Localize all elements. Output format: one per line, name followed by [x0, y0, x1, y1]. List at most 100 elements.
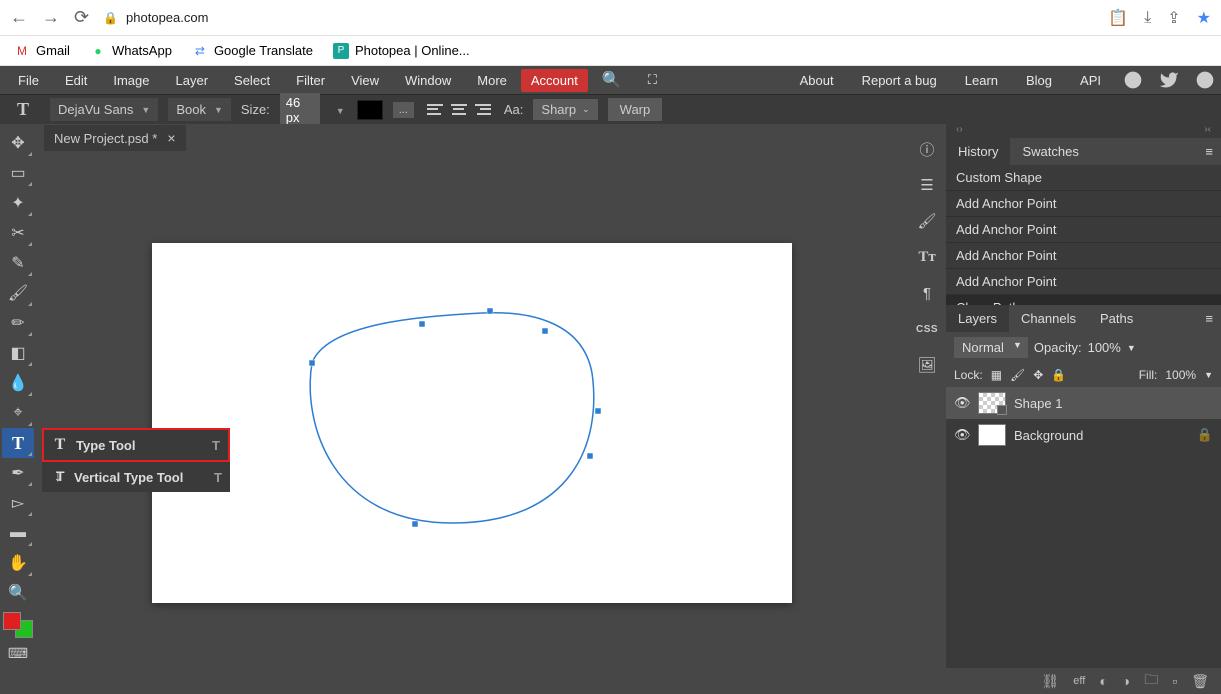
account-button[interactable]: Account — [521, 69, 588, 92]
fill-step[interactable]: ▼ — [1204, 370, 1213, 380]
pen-tool[interactable]: ✒ — [2, 458, 34, 488]
menu-select[interactable]: Select — [222, 69, 282, 92]
panel-menu-button[interactable]: ≡ — [1197, 138, 1221, 165]
layer-row[interactable]: 👁 Shape 1 — [946, 387, 1221, 419]
char-panel-button[interactable]: ... — [393, 102, 414, 118]
handle-right[interactable]: ›‹ — [1204, 124, 1211, 138]
eyedropper-tool[interactable]: ✎ — [2, 248, 34, 278]
blur-tool[interactable]: 💧 — [2, 368, 34, 398]
css-panel-button[interactable]: CSS — [910, 312, 944, 346]
blend-mode-dropdown[interactable]: Normal — [954, 337, 1028, 358]
bookmark-whatsapp[interactable]: ● WhatsApp — [90, 43, 172, 59]
bookmark-star-icon[interactable]: ★ — [1197, 8, 1211, 28]
font-size-input[interactable]: 46 px — [280, 93, 320, 127]
history-item[interactable]: Close Path — [946, 295, 1221, 305]
menu-edit[interactable]: Edit — [53, 69, 99, 92]
shape-tool[interactable]: ▬ — [2, 518, 34, 548]
clone-tool[interactable]: ⌖ — [2, 398, 34, 428]
type-tool[interactable]: T T Type Tool T ↓T Vertical Type Tool T — [2, 428, 34, 458]
history-item[interactable]: Add Anchor Point — [946, 217, 1221, 243]
reddit-icon[interactable] — [1123, 70, 1143, 90]
eraser-tool[interactable]: ◧ — [2, 338, 34, 368]
fill-value[interactable]: 100% — [1165, 368, 1196, 382]
size-step-dropdown[interactable] — [330, 100, 347, 119]
channels-tab[interactable]: Channels — [1009, 305, 1088, 332]
adjust-panel-button[interactable]: ☰ — [910, 168, 944, 202]
align-right-button[interactable] — [472, 100, 494, 120]
canvas[interactable] — [152, 243, 792, 603]
history-item[interactable]: Add Anchor Point — [946, 269, 1221, 295]
align-left-button[interactable] — [424, 100, 446, 120]
history-item[interactable]: Add Anchor Point — [946, 191, 1221, 217]
reload-button[interactable]: ⟳ — [74, 7, 89, 28]
twitter-icon[interactable] — [1159, 70, 1179, 90]
paths-tab[interactable]: Paths — [1088, 305, 1145, 332]
bookmark-gtranslate[interactable]: ⇄ Google Translate — [192, 43, 313, 59]
layers-tab[interactable]: Layers — [946, 305, 1009, 332]
menu-filter[interactable]: Filter — [284, 69, 337, 92]
opacity-value[interactable]: 100% — [1088, 340, 1121, 355]
keyboard-icon[interactable]: ⌨ — [2, 638, 34, 668]
search-icon[interactable]: 🔍 — [590, 66, 634, 94]
close-tab-button[interactable]: × — [167, 130, 175, 146]
handle-left[interactable]: ‹› — [956, 124, 963, 138]
fullscreen-icon[interactable]: ⛶ — [636, 68, 669, 92]
lock-all-icon[interactable]: 🔒 — [1051, 368, 1066, 382]
brush-tool[interactable]: 🖌 — [2, 278, 34, 308]
layer-effects-button[interactable]: eff — [1073, 675, 1085, 687]
menu-layer[interactable]: Layer — [164, 69, 221, 92]
lock-transparency-icon[interactable]: ▦ — [991, 368, 1002, 382]
menu-file[interactable]: File — [6, 69, 51, 92]
layer-thumb[interactable] — [978, 392, 1006, 414]
thumbnail-panel-button[interactable]: 🖼 — [910, 348, 944, 382]
vertical-type-tool-option[interactable]: ↓T Vertical Type Tool T — [42, 462, 230, 492]
fg-color-swatch[interactable] — [3, 612, 21, 630]
wand-tool[interactable]: ✦ — [2, 188, 34, 218]
report-bug-link[interactable]: Report a bug — [856, 69, 943, 92]
color-swatches[interactable] — [3, 612, 33, 638]
path-select-tool[interactable]: ▻ — [2, 488, 34, 518]
layer-row[interactable]: 👁 Background 🔒 — [946, 419, 1221, 451]
visibility-toggle[interactable]: 👁 — [954, 427, 970, 443]
adjustment-layer-button[interactable]: ◑ — [1122, 673, 1130, 689]
visibility-toggle[interactable]: 👁 — [954, 395, 970, 411]
brush-panel-button[interactable]: 🖌 — [910, 204, 944, 238]
layer-thumb[interactable] — [978, 424, 1006, 446]
layer-mask-button[interactable]: ◐ — [1099, 673, 1107, 689]
bookmark-photopea[interactable]: P Photopea | Online... — [333, 43, 470, 59]
panel-menu-button[interactable]: ≡ — [1197, 305, 1221, 332]
layer-name[interactable]: Shape 1 — [1014, 396, 1062, 411]
lock-move-icon[interactable]: ✥ — [1033, 368, 1043, 382]
font-weight-dropdown[interactable]: Book — [168, 98, 231, 121]
history-tab[interactable]: History — [946, 138, 1010, 165]
crop-tool[interactable]: ✂ — [2, 218, 34, 248]
document-tab[interactable]: New Project.psd * × — [44, 125, 186, 151]
history-item[interactable]: Custom Shape — [946, 165, 1221, 191]
move-tool[interactable]: ✥ — [2, 128, 34, 158]
clipboard-icon[interactable]: 📋 — [1108, 8, 1128, 28]
install-icon[interactable]: ⤓ — [1144, 9, 1151, 27]
type-tool-option[interactable]: T Type Tool T — [42, 428, 230, 462]
api-link[interactable]: API — [1074, 69, 1107, 92]
learn-link[interactable]: Learn — [959, 69, 1004, 92]
link-layers-button[interactable]: ⛓ — [1042, 673, 1060, 690]
menu-image[interactable]: Image — [101, 69, 161, 92]
lock-brush-icon[interactable]: 🖌 — [1010, 368, 1025, 382]
text-color-swatch[interactable] — [357, 100, 383, 120]
marquee-tool[interactable]: ▭ — [2, 158, 34, 188]
menu-more[interactable]: More — [465, 69, 519, 92]
opacity-step[interactable]: ▼ — [1127, 343, 1136, 353]
antialias-dropdown[interactable]: Sharp⌄ — [533, 99, 597, 120]
facebook-icon[interactable] — [1195, 70, 1215, 90]
blog-link[interactable]: Blog — [1020, 69, 1058, 92]
about-link[interactable]: About — [794, 69, 840, 92]
forward-button[interactable]: → — [42, 7, 60, 28]
hand-tool[interactable]: ✋ — [2, 548, 34, 578]
layer-name[interactable]: Background — [1014, 428, 1083, 443]
zoom-tool[interactable]: 🔍 — [2, 578, 34, 608]
back-button[interactable]: ← — [10, 7, 28, 28]
warp-button[interactable]: Warp — [608, 98, 663, 121]
share-icon[interactable]: ⇪ — [1167, 8, 1180, 28]
info-panel-button[interactable]: ⓘ — [910, 132, 944, 166]
new-layer-button[interactable]: ▫ — [1172, 673, 1177, 689]
